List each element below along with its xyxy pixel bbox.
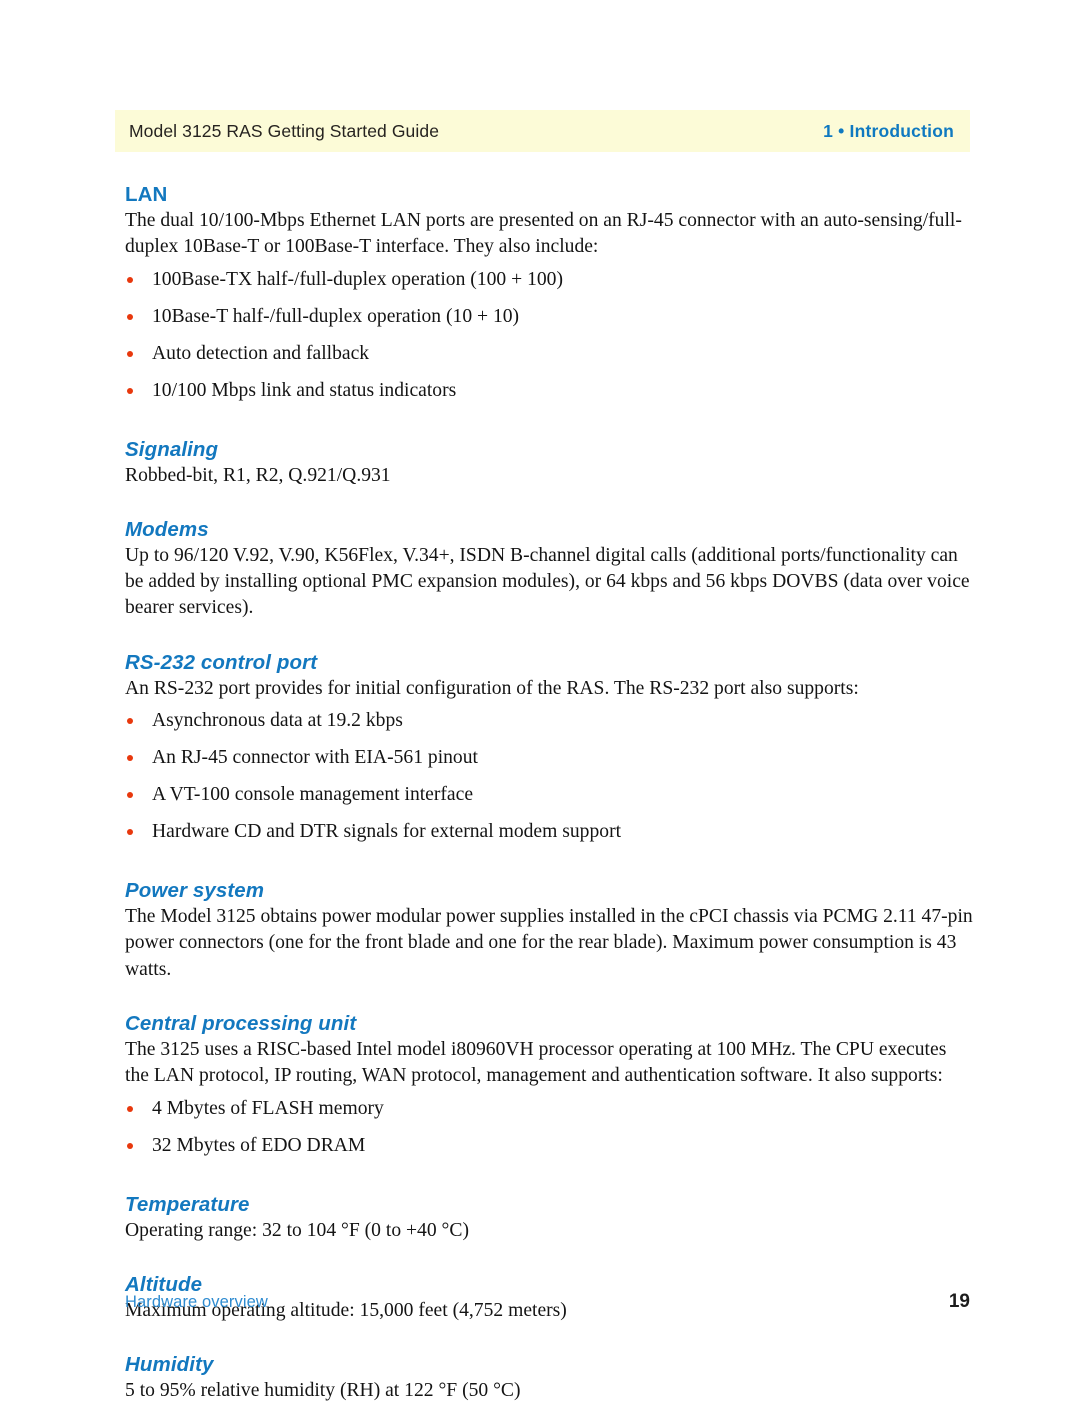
list-item-label: An RJ-45 connector with EIA-561 pinout — [152, 747, 478, 769]
section-heading-modems: Modems — [125, 517, 209, 541]
section-heading-power-system: Power system — [125, 879, 265, 903]
list-item-label: 10Base-T half-/full-duplex operation (10… — [152, 305, 520, 327]
list-item: Hardware CD and DTR signals for external… — [125, 819, 973, 845]
section-heading-temperature: Temperature — [125, 1192, 250, 1216]
section-heading-humidity: Humidity — [125, 1353, 214, 1377]
running-header: Model 3125 RAS Getting Started Guide 1 •… — [115, 110, 970, 152]
list-item: 10/100 Mbps link and status indicators — [125, 378, 973, 404]
bullet-list-rs232-control-port: Asynchronous data at 19.2 kbps An RJ-45 c… — [125, 708, 973, 845]
section-humidity: Humidity 5 to 95% relative humidity (RH) … — [125, 1352, 973, 1404]
header-chapter-title: 1 • Introduction — [823, 120, 954, 141]
section-paragraph-power-system: The Model 3125 obtains power modular pow… — [125, 906, 973, 980]
page-content: LAN The dual 10/100-Mbps Ethernet LAN por… — [125, 182, 973, 1404]
bullet-dot-icon — [127, 1105, 133, 1112]
list-item-label: 100Base-TX half-/full-duplex operation (… — [152, 268, 563, 290]
list-item: An RJ-45 connector with EIA-561 pinout — [125, 745, 973, 771]
list-item: Asynchronous data at 19.2 kbps — [125, 708, 973, 734]
section-central-processing-unit: Central processing unit The 3125 uses a R… — [125, 1011, 973, 1159]
section-heading-central-processing-unit: Central processing unit — [125, 1011, 357, 1035]
section-heading-rs232-control-port: RS-232 control port — [125, 650, 318, 674]
bullet-dot-icon — [127, 829, 133, 836]
bullet-dot-icon — [127, 276, 133, 283]
bullet-dot-icon — [127, 387, 133, 394]
list-item-label: Auto detection and fallback — [152, 342, 370, 364]
list-item: 10Base-T half-/full-duplex operation (10… — [125, 304, 973, 330]
section-paragraph-signaling: Robbed-bit, R1, R2, Q.921/Q.931 — [125, 464, 391, 486]
header-document-title: Model 3125 RAS Getting Started Guide — [129, 120, 440, 141]
section-paragraph-modems: Up to 96/120 V.92, V.90, K56Flex, V.34+,… — [125, 544, 970, 619]
bullet-dot-icon — [127, 755, 133, 762]
list-item: A VT-100 console management interface — [125, 782, 973, 808]
bullet-dot-icon — [127, 792, 133, 799]
section-signaling: Signaling Robbed-bit, R1, R2, Q.921/Q.931 — [125, 437, 973, 489]
bullet-list-lan: 100Base-TX half-/full-duplex operation (… — [125, 267, 973, 404]
list-item: 32 Mbytes of EDO DRAM — [125, 1133, 973, 1159]
list-item-label: 32 Mbytes of EDO DRAM — [152, 1134, 366, 1156]
list-item-label: 4 Mbytes of FLASH memory — [152, 1097, 384, 1119]
list-item-label: A VT-100 console management interface — [152, 784, 474, 806]
running-footer: Hardware overview 19 — [125, 1291, 970, 1313]
list-item: 4 Mbytes of FLASH memory — [125, 1096, 973, 1122]
section-heading-signaling: Signaling — [125, 437, 219, 461]
section-lan: LAN The dual 10/100-Mbps Ethernet LAN por… — [125, 182, 973, 404]
section-temperature: Temperature Operating range: 32 to 104 °F… — [125, 1192, 973, 1244]
section-paragraph-lan: The dual 10/100-Mbps Ethernet LAN ports … — [125, 210, 962, 258]
section-paragraph-temperature: Operating range: 32 to 104 °F (0 to +40 … — [125, 1219, 469, 1241]
bullet-dot-icon — [127, 1142, 133, 1149]
list-item-label: 10/100 Mbps link and status indicators — [152, 379, 457, 401]
list-item-label: Asynchronous data at 19.2 kbps — [152, 710, 403, 732]
list-item: 100Base-TX half-/full-duplex operation (… — [125, 267, 973, 293]
bullet-list-central-processing-unit: 4 Mbytes of FLASH memory 32 Mbytes of EDO… — [125, 1096, 973, 1159]
section-paragraph-rs232-control-port: An RS-232 port provides for initial conf… — [125, 677, 859, 699]
document-page: Model 3125 RAS Getting Started Guide 1 •… — [0, 0, 1080, 1401]
footer-page-number: 19 — [948, 1291, 970, 1312]
bullet-dot-icon — [127, 718, 133, 725]
section-paragraph-central-processing-unit: The 3125 uses a RISC-based Intel model i… — [125, 1038, 947, 1087]
section-paragraph-humidity: 5 to 95% relative humidity (RH) at 122 °… — [125, 1380, 521, 1402]
section-rs232-control-port: RS-232 control port An RS-232 port provid… — [125, 650, 973, 845]
section-modems: Modems Up to 96/120 V.92, V.90, K56Flex, … — [125, 517, 973, 622]
section-heading-lan: LAN — [125, 183, 168, 206]
bullet-dot-icon — [127, 313, 133, 320]
section-power-system: Power system The Model 3125 obtains power… — [125, 878, 973, 983]
list-item: Auto detection and fallback — [125, 341, 973, 367]
footer-section-label: Hardware overview — [125, 1293, 268, 1311]
list-item-label: Hardware CD and DTR signals for external… — [152, 821, 622, 843]
bullet-dot-icon — [127, 350, 133, 357]
